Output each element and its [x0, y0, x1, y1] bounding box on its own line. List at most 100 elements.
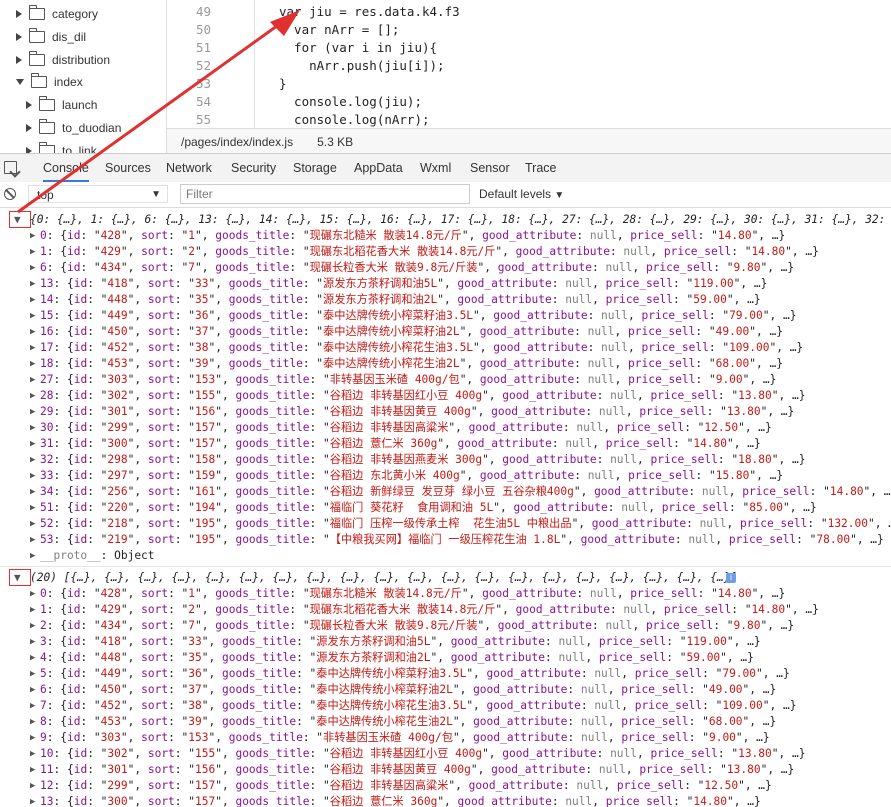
field-price: price_sell	[740, 517, 808, 530]
expand-arrow-icon[interactable]: ▶	[30, 276, 35, 292]
expand-arrow-icon[interactable]: ▶	[30, 372, 35, 388]
field-id: id	[73, 501, 88, 514]
expand-arrow-icon[interactable]: ▶	[30, 666, 35, 682]
expand-arrow-icon[interactable]: ▶	[30, 388, 35, 404]
expand-arrow-icon[interactable]: ▶	[30, 714, 35, 730]
expand-arrow-icon[interactable]: ▶	[30, 516, 35, 532]
punct: ",	[482, 389, 503, 402]
field-id: id	[73, 469, 88, 482]
punct: ",	[495, 603, 516, 616]
caret-right-icon[interactable]	[26, 124, 32, 132]
caret-right-icon[interactable]	[16, 10, 22, 18]
expand-arrow-icon[interactable]: ▶	[30, 452, 35, 468]
punct: ,	[628, 309, 642, 322]
price-value: 14.80	[751, 245, 786, 258]
expand-arrow-icon[interactable]: ▶	[30, 698, 35, 714]
tree-item-dis_dil[interactable]: dis_dil	[16, 27, 86, 47]
expand-arrow-icon[interactable]: ▶	[30, 586, 35, 602]
expand-arrow-icon[interactable]: ▶	[30, 682, 35, 698]
punct: :	[551, 277, 566, 290]
tab-network[interactable]: Network	[166, 154, 212, 182]
expand-arrow-icon[interactable]: ▶	[30, 468, 35, 484]
caret-right-icon[interactable]	[16, 32, 22, 41]
tab-security[interactable]: Security	[231, 154, 276, 182]
punct: ,	[648, 501, 662, 514]
sort-value: 155	[195, 389, 216, 402]
expand-arrow-icon[interactable]: ▶	[30, 634, 35, 650]
expand-arrow-icon[interactable]: ▶	[30, 308, 35, 324]
expand-arrow-icon[interactable]: ▶	[30, 244, 35, 260]
punct: ", …}	[771, 453, 806, 466]
code-editor[interactable]: 49 var jiu = res.data.k4.f3 50 var nArr = …	[167, 0, 891, 128]
expand-arrow-icon[interactable]: ▶	[30, 778, 35, 794]
clear-console-icon[interactable]	[4, 188, 16, 200]
punct: : "	[309, 485, 330, 498]
expand-arrow-icon[interactable]: ▶	[30, 356, 35, 372]
field-price: price_sell	[605, 437, 674, 450]
expand-arrow-icon[interactable]: ▶	[30, 794, 35, 807]
expand-arrow-icon[interactable]: ▶	[30, 404, 35, 420]
attr-value: null	[610, 747, 638, 760]
expand-arrow-icon[interactable]: ▶	[30, 340, 35, 356]
caret-right-icon[interactable]	[16, 55, 22, 64]
expand-arrow-icon[interactable]: ▶	[30, 292, 35, 308]
expand-arrow-icon[interactable]: ▶	[30, 324, 35, 340]
punct: : "	[87, 357, 108, 370]
expand-arrow-icon[interactable]: ▶	[30, 260, 35, 276]
field-sort: sort	[141, 229, 169, 242]
tree-item-launch[interactable]: launch	[26, 95, 97, 115]
caret-down-icon[interactable]	[16, 79, 24, 86]
object-preview: 32: {id: "298", sort: "158", goods_title…	[40, 452, 805, 468]
filter-input[interactable]	[180, 184, 470, 204]
tree-item-category[interactable]: category	[16, 4, 98, 24]
tree-item-index[interactable]: index	[16, 72, 83, 92]
tab-wxml[interactable]: Wxml	[420, 154, 451, 182]
expand-arrow-icon[interactable]: ▶	[30, 484, 35, 500]
expand-arrow-icon[interactable]: ▶	[30, 618, 35, 634]
tree-item-to_link[interactable]: to_link	[26, 141, 97, 153]
object-preview: 14: {id: "448", sort: "35", goods_title:…	[40, 292, 761, 308]
tab-trace[interactable]: Trace	[525, 154, 557, 182]
tab-console[interactable]: Console	[43, 154, 89, 182]
tree-item-to_duodian[interactable]: to_duodian	[26, 118, 121, 138]
expand-arrow-icon[interactable]: ▶	[30, 532, 35, 548]
punct: : "	[80, 715, 101, 728]
expand-arrow-icon[interactable]: ▶	[30, 420, 35, 436]
expand-arrow-icon[interactable]: ▶	[30, 548, 35, 564]
expand-arrow-icon[interactable]: ▶	[30, 436, 35, 452]
punct: :	[574, 357, 588, 370]
expand-arrow-icon[interactable]: ▶	[30, 228, 35, 244]
expand-arrow-icon[interactable]: ▶	[30, 730, 35, 746]
tree-item-distribution[interactable]: distribution	[16, 50, 110, 70]
field-id: id	[73, 325, 88, 338]
caret-right-icon[interactable]	[26, 101, 32, 110]
expand-arrow-icon[interactable]: ▶	[30, 762, 35, 778]
field-price: price_sell	[628, 373, 696, 386]
expand-arrow-icon[interactable]: ▶	[30, 746, 35, 762]
punct: ,	[592, 293, 606, 306]
field-sort: sort	[147, 501, 175, 514]
tab-sources[interactable]: Sources	[105, 154, 151, 182]
expand-arrow-icon[interactable]: ▶	[30, 650, 35, 666]
punct: ",	[127, 357, 148, 370]
folder-icon	[38, 119, 55, 134]
field-attr: good_attribute	[473, 683, 568, 696]
title-value: 福临门 压榨一级传承土榨 花生油5L 中粮出品	[329, 517, 572, 530]
expand-arrow-icon[interactable]: ▶	[30, 500, 35, 516]
field-id: id	[73, 533, 88, 546]
field-price: price_sell	[634, 699, 703, 712]
punct: ", …}	[742, 683, 777, 696]
context-select[interactable]: top ▼	[28, 185, 168, 203]
levels-dropdown[interactable]: Default levels ▼	[479, 182, 564, 207]
inspect-element-icon[interactable]	[4, 161, 17, 174]
tab-storage[interactable]: Storage	[293, 154, 337, 182]
expand-arrow-icon[interactable]: ▶	[30, 602, 35, 618]
tab-appdata[interactable]: AppData	[354, 154, 403, 182]
tab-sensor[interactable]: Sensor	[470, 154, 510, 182]
info-icon[interactable]: i	[726, 573, 736, 583]
sort-value: 36	[195, 309, 209, 322]
punct: ,	[616, 229, 631, 242]
annotation-highlight-box	[9, 211, 31, 228]
attr-value: null	[594, 667, 622, 680]
row-key: 27	[40, 373, 54, 386]
